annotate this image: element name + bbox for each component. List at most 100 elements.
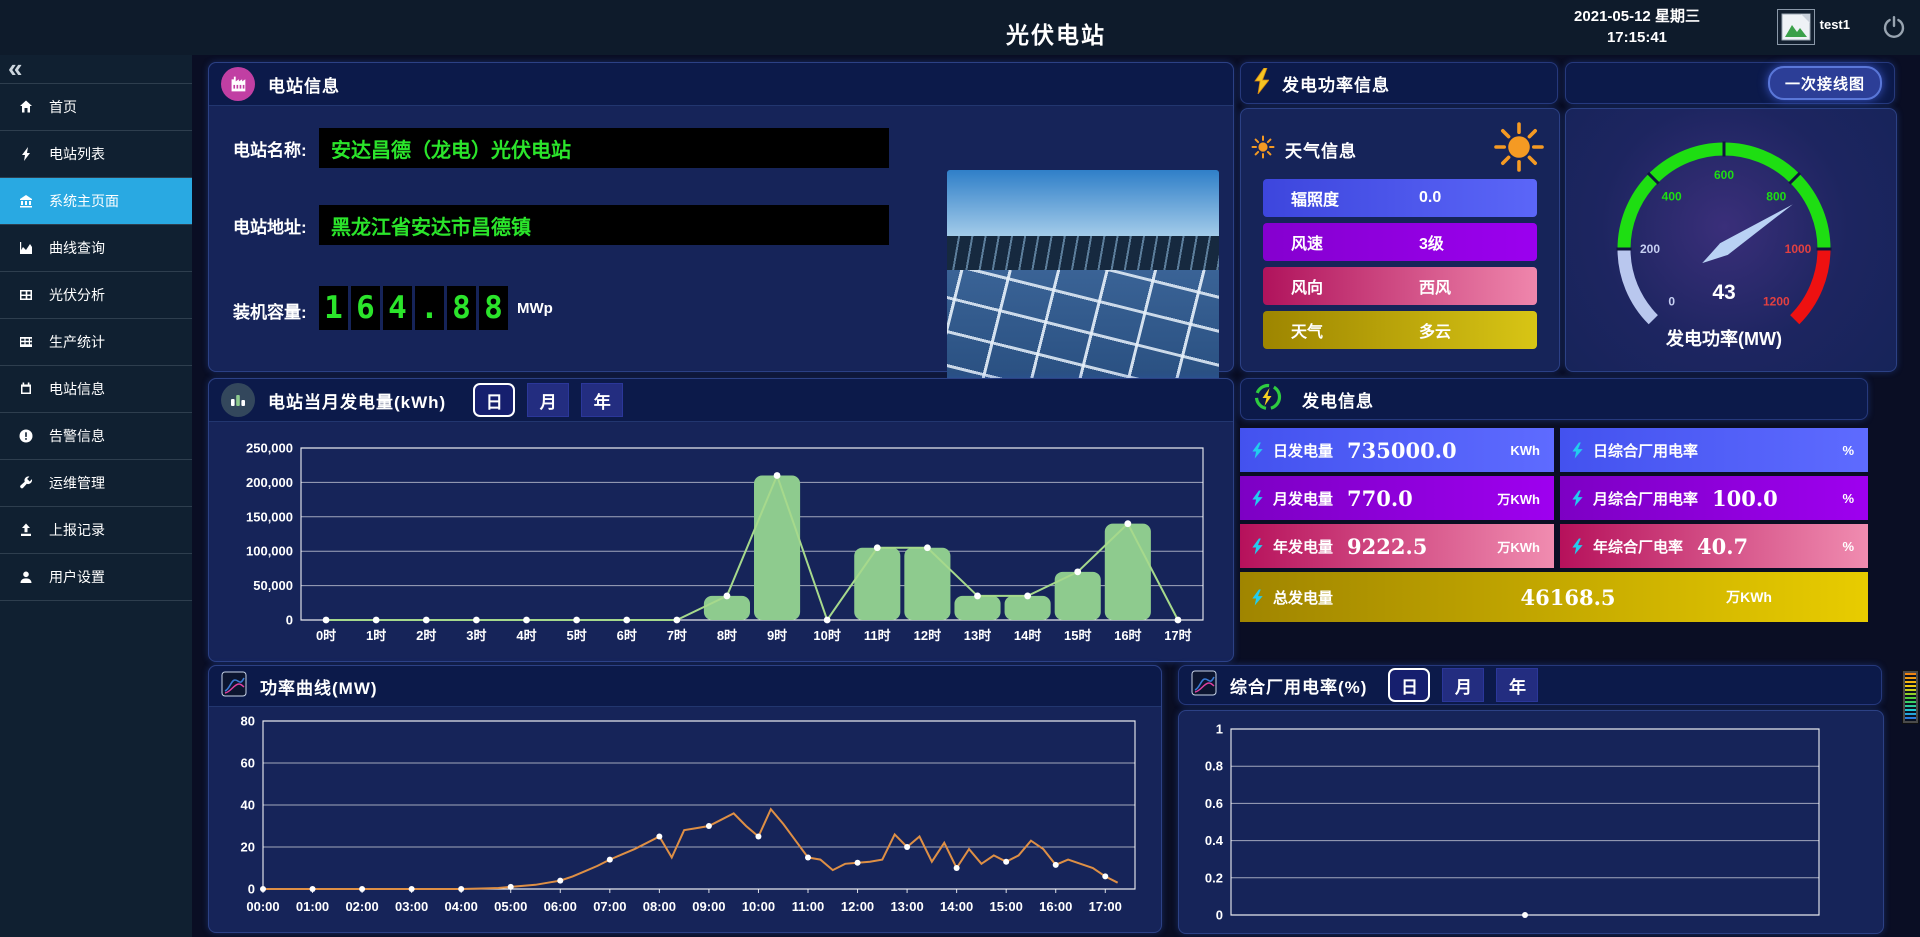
wiring-diagram-button[interactable]: 一次接线图 [1768, 66, 1882, 100]
svg-text:12时: 12时 [914, 628, 941, 643]
svg-text:10时: 10时 [813, 628, 840, 643]
weather-value: 3级 [1419, 230, 1444, 254]
weather-row-辐照度: 辐照度0.0 [1263, 179, 1537, 217]
generation-info-header: 发电信息 [1240, 378, 1868, 420]
curve-thumb-icon [1191, 670, 1217, 701]
station-name-value: 安达昌德（龙电）光伏电站 [319, 128, 889, 168]
bolt-icon [18, 146, 34, 162]
svg-text:16:00: 16:00 [1039, 899, 1072, 914]
panel-title-power-info: 发电功率信息 [1282, 71, 1390, 96]
sidebar-item-ops-management[interactable]: 运维管理 [0, 460, 192, 507]
sidebar-item-alarm-info[interactable]: 告警信息 [0, 413, 192, 460]
sidebar-item-user-settings[interactable]: 用户设置 [0, 554, 192, 601]
panel-title-generation: 发电信息 [1302, 387, 1374, 412]
energy-bolt-icon [1570, 442, 1585, 459]
weather-row-风速: 风速 3级 [1263, 223, 1537, 261]
rate-range-buttons: 日月年 [1388, 668, 1538, 702]
home-icon [18, 99, 34, 115]
bank-icon [18, 193, 34, 209]
weather-panel: 天气信息 辐照度0.0风速3级风向西风天气多云 [1240, 108, 1560, 372]
generation-value: 46168.5 [1521, 585, 1616, 610]
svg-text:1时: 1时 [366, 628, 386, 643]
time-text: 17:15:41 [1552, 27, 1722, 48]
capacity-digit: . [415, 286, 444, 330]
svg-text:01:00: 01:00 [296, 899, 329, 914]
date-text: 2021-05-12 星期三 [1552, 6, 1722, 27]
capacity-label: 装机容量: [233, 298, 307, 323]
weather-label: 风向 [1263, 274, 1401, 298]
energy-bolt-icon [1250, 538, 1265, 555]
panel-title-station-info: 电站信息 [268, 72, 340, 97]
station-name-label: 电站名称: [233, 136, 307, 161]
svg-text:200,000: 200,000 [246, 475, 293, 490]
sidebar-item-production-stats[interactable]: 生产统计 [0, 319, 192, 366]
weather-label: 风速 [1263, 230, 1401, 254]
svg-text:100,000: 100,000 [246, 544, 293, 559]
generation-unit: 万KWh [1726, 587, 1772, 607]
power-logout-icon[interactable] [1882, 15, 1906, 39]
monthly-energy-header: 电站当月发电量(kWh) 日月年 [209, 379, 1233, 422]
user-menu[interactable]: test1 [1777, 9, 1850, 45]
plant-rate-header: 综合厂用电率(%) 日月年 [1178, 665, 1882, 705]
sidebar-item-station-info[interactable]: 电站信息 [0, 366, 192, 413]
svg-text:60: 60 [241, 756, 255, 771]
collapse-sidebar-button[interactable]: « [0, 55, 192, 83]
capacity-digit: 8 [479, 286, 508, 330]
svg-text:0.4: 0.4 [1205, 833, 1224, 848]
power-curve-chart: 02040608000:0001:0002:0003:0004:0005:000… [217, 711, 1153, 932]
generation-unit: % [1842, 443, 1858, 458]
datetime: 2021-05-12 星期三 17:15:41 [1552, 6, 1722, 48]
panel-title-weather: 天气信息 [1285, 137, 1357, 162]
generation-label: 年发电量 [1273, 536, 1333, 557]
weather-value: 西风 [1419, 274, 1451, 298]
sidebar-item-label: 用户设置 [49, 567, 105, 587]
sidebar-item-station-list[interactable]: 电站列表 [0, 131, 192, 178]
panel-title-plant-rate: 综合厂用电率(%) [1230, 673, 1367, 698]
sidebar-item-pv-analysis[interactable]: 光伏分析 [0, 272, 192, 319]
generation-label: 年综合厂电率 [1593, 536, 1683, 557]
generation-unit: 万KWh [1497, 537, 1544, 556]
generation-unit: KWh [1510, 443, 1544, 458]
sidebar-item-report-records[interactable]: 上报记录 [0, 507, 192, 554]
svg-text:43: 43 [1712, 281, 1735, 304]
solar-panels-photo [947, 170, 1219, 398]
sidebar-item-system-home[interactable]: 系统主页面 [0, 178, 192, 225]
svg-text:0.6: 0.6 [1205, 796, 1223, 811]
color-scale-widget[interactable] [1903, 671, 1918, 723]
rate-range-button-月[interactable]: 月 [1442, 668, 1484, 702]
energy-bolt-icon [1570, 538, 1585, 555]
svg-text:15:00: 15:00 [990, 899, 1023, 914]
power-info-header: 发电功率信息 [1240, 62, 1558, 104]
panel-title-monthly-energy: 电站当月发电量(kWh) [268, 388, 446, 413]
sidebar-item-curve-query[interactable]: 曲线查询 [0, 225, 192, 272]
svg-text:07:00: 07:00 [593, 899, 626, 914]
sidebar-item-home[interactable]: 首页 [0, 84, 192, 131]
svg-text:1000: 1000 [1785, 242, 1812, 256]
station-addr-label: 电站地址: [233, 213, 307, 238]
sidebar-menu: 首页电站列表系统主页面曲线查询光伏分析生产统计电站信息告警信息运维管理上报记录用… [0, 83, 192, 601]
svg-text:6时: 6时 [617, 628, 637, 643]
sidebar-item-label: 电站信息 [49, 379, 105, 399]
factory-icon [221, 67, 255, 101]
wrench-icon [18, 475, 34, 491]
sidebar-item-label: 生产统计 [49, 332, 105, 352]
svg-text:4时: 4时 [516, 628, 536, 643]
monthly-range-button-年[interactable]: 年 [581, 383, 623, 417]
monthly-range-button-月[interactable]: 月 [527, 383, 569, 417]
generation-value: 100.0 [1712, 486, 1778, 511]
svg-text:17时: 17时 [1164, 628, 1191, 643]
station-info-panel: 电站信息 电站名称: 安达昌德（龙电）光伏电站 电站地址: 黑龙江省安达市昌德镇… [208, 62, 1234, 372]
generation-cell-日综合厂用电率: 日综合厂用电率% [1560, 428, 1868, 472]
generation-label: 总发电量 [1273, 587, 1333, 608]
svg-text:0: 0 [248, 882, 255, 897]
svg-text:400: 400 [1662, 190, 1682, 204]
lightning-icon [1253, 68, 1269, 99]
sidebar-item-label: 首页 [49, 97, 77, 117]
rate-range-button-年[interactable]: 年 [1496, 668, 1538, 702]
svg-text:1: 1 [1216, 722, 1223, 737]
generation-label: 日综合厂用电率 [1593, 440, 1698, 461]
sidebar-item-label: 上报记录 [49, 520, 105, 540]
rate-range-button-日[interactable]: 日 [1388, 668, 1430, 702]
monthly-range-button-日[interactable]: 日 [473, 383, 515, 417]
calendar-icon [18, 381, 34, 397]
